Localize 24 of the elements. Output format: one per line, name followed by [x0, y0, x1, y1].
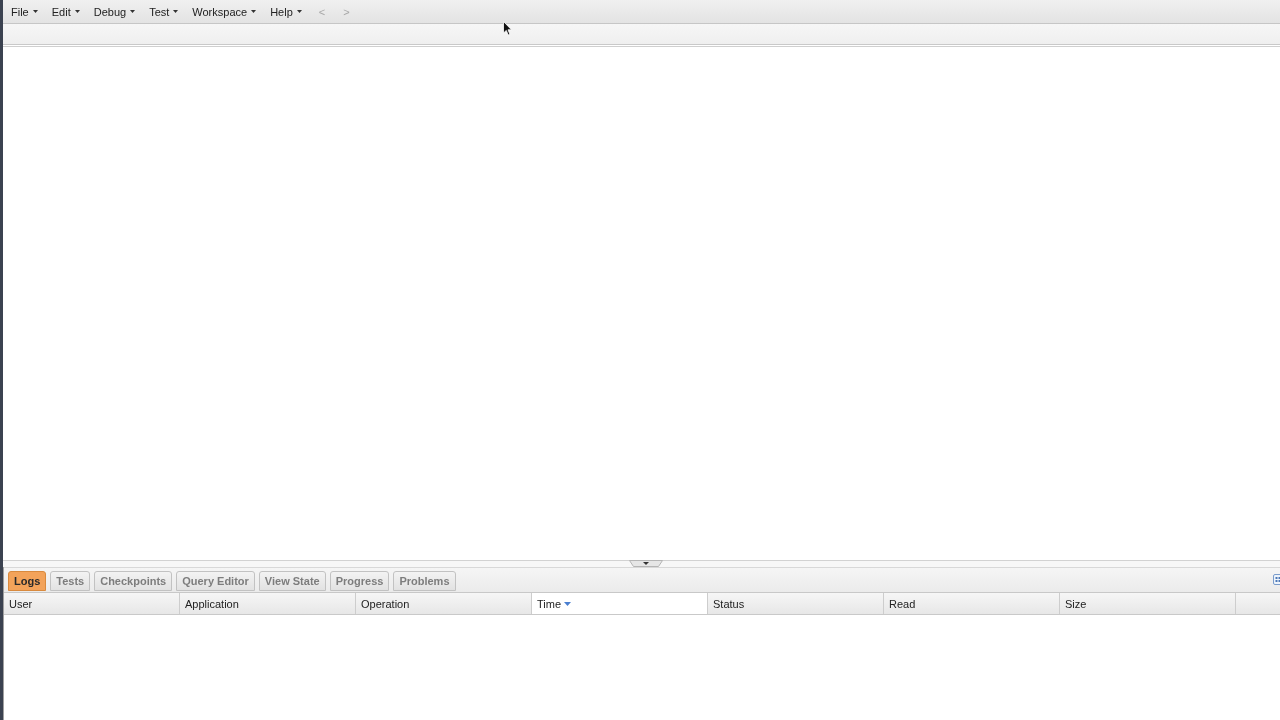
column-header[interactable]: Status [708, 593, 884, 614]
menu-item[interactable]: Debug [86, 1, 143, 22]
column-header[interactable]: Application [180, 593, 356, 614]
grid-icon[interactable] [1273, 573, 1280, 585]
caret-icon [74, 10, 80, 13]
caret-icon [251, 10, 257, 13]
caret-icon [296, 10, 302, 13]
caret-icon [173, 10, 179, 13]
caret-icon [130, 10, 136, 13]
menu-item[interactable]: Help [263, 1, 309, 22]
column-header[interactable]: Time [532, 593, 708, 614]
cursor-icon [503, 21, 512, 36]
caret-icon [32, 10, 38, 13]
panel-tab[interactable]: Logs [8, 571, 47, 591]
splitter-handle[interactable] [629, 560, 663, 567]
menu-item[interactable]: Workspace [185, 1, 264, 22]
menu-item[interactable]: Test [142, 1, 186, 22]
sort-icon [564, 601, 572, 606]
panel-tab[interactable]: Query Editor [176, 571, 255, 591]
column-header[interactable]: User [4, 593, 180, 614]
menu-item[interactable]: Edit [44, 1, 87, 22]
menu-item[interactable]: File [4, 1, 45, 22]
column-header[interactable]: Size [1060, 593, 1236, 614]
column-header[interactable]: Read [884, 593, 1060, 614]
